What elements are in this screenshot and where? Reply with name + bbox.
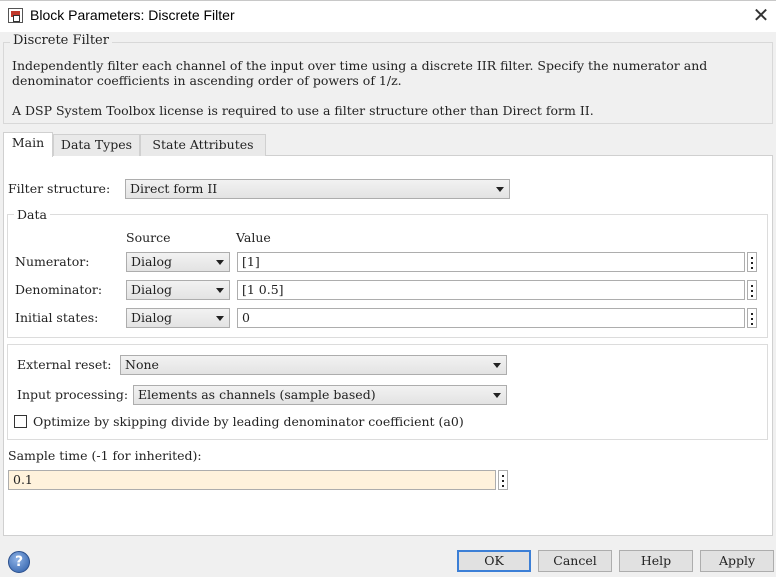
description-line-2: denominator coefficients in ascending or…: [12, 73, 402, 88]
ok-button[interactable]: OK: [457, 550, 531, 572]
denominator-source-value: Dialog: [131, 282, 172, 297]
tab-data-types[interactable]: Data Types: [53, 134, 140, 156]
external-reset-value: None: [125, 357, 159, 372]
help-button[interactable]: Help: [619, 550, 693, 572]
tab-main[interactable]: Main: [3, 132, 53, 157]
input-processing-dropdown[interactable]: Elements as channels (sample based): [133, 385, 507, 405]
initial-states-label: Initial states:: [15, 310, 99, 325]
chevron-down-icon: [493, 363, 501, 368]
description-legend: Discrete Filter: [10, 33, 112, 48]
denominator-source-dropdown[interactable]: Dialog: [126, 280, 230, 300]
window-title: Block Parameters: Discrete Filter: [30, 7, 235, 23]
description-line-3: A DSP System Toolbox license is required…: [12, 103, 594, 118]
question-mark-icon[interactable]: ?: [8, 551, 30, 573]
external-reset-dropdown[interactable]: None: [120, 355, 507, 375]
initial-states-input[interactable]: 0: [237, 308, 745, 328]
source-column-header: Source: [126, 230, 171, 245]
input-processing-value: Elements as channels (sample based): [138, 387, 376, 402]
chevron-down-icon: [216, 260, 224, 265]
initial-states-source-value: Dialog: [131, 310, 172, 325]
filter-structure-value: Direct form II: [130, 181, 218, 196]
more-options-icon[interactable]: [747, 252, 757, 272]
description-line-1: Independently filter each channel of the…: [12, 58, 708, 73]
more-options-icon[interactable]: [747, 280, 757, 300]
chevron-down-icon: [216, 288, 224, 293]
simulink-block-icon: [8, 8, 23, 23]
tab-state-attributes[interactable]: State Attributes: [140, 134, 266, 156]
external-reset-label: External reset:: [17, 357, 112, 372]
cancel-button[interactable]: Cancel: [538, 550, 612, 572]
numerator-source-dropdown[interactable]: Dialog: [126, 252, 230, 272]
chevron-down-icon: [496, 187, 504, 192]
chevron-down-icon: [493, 393, 501, 398]
input-processing-label: Input processing:: [17, 387, 129, 402]
sample-time-input[interactable]: 0.1: [8, 470, 496, 490]
apply-button[interactable]: Apply: [700, 550, 774, 572]
numerator-source-value: Dialog: [131, 254, 172, 269]
value-column-header: Value: [236, 230, 271, 245]
numerator-input[interactable]: [1]: [237, 252, 745, 272]
more-options-icon[interactable]: [498, 470, 508, 490]
denominator-label: Denominator:: [15, 282, 103, 297]
data-group-legend: Data: [14, 207, 50, 222]
chevron-down-icon: [216, 316, 224, 321]
initial-states-source-dropdown[interactable]: Dialog: [126, 308, 230, 328]
close-icon[interactable]: ✕: [748, 3, 774, 29]
filter-structure-label: Filter structure:: [8, 181, 111, 196]
filter-structure-dropdown[interactable]: Direct form II: [125, 179, 510, 199]
optimize-label: Optimize by skipping divide by leading d…: [33, 414, 464, 429]
denominator-input[interactable]: [1 0.5]: [237, 280, 745, 300]
numerator-label: Numerator:: [15, 254, 90, 269]
more-options-icon[interactable]: [747, 308, 757, 328]
sample-time-label: Sample time (-1 for inherited):: [8, 448, 202, 463]
optimize-checkbox[interactable]: [14, 415, 27, 428]
